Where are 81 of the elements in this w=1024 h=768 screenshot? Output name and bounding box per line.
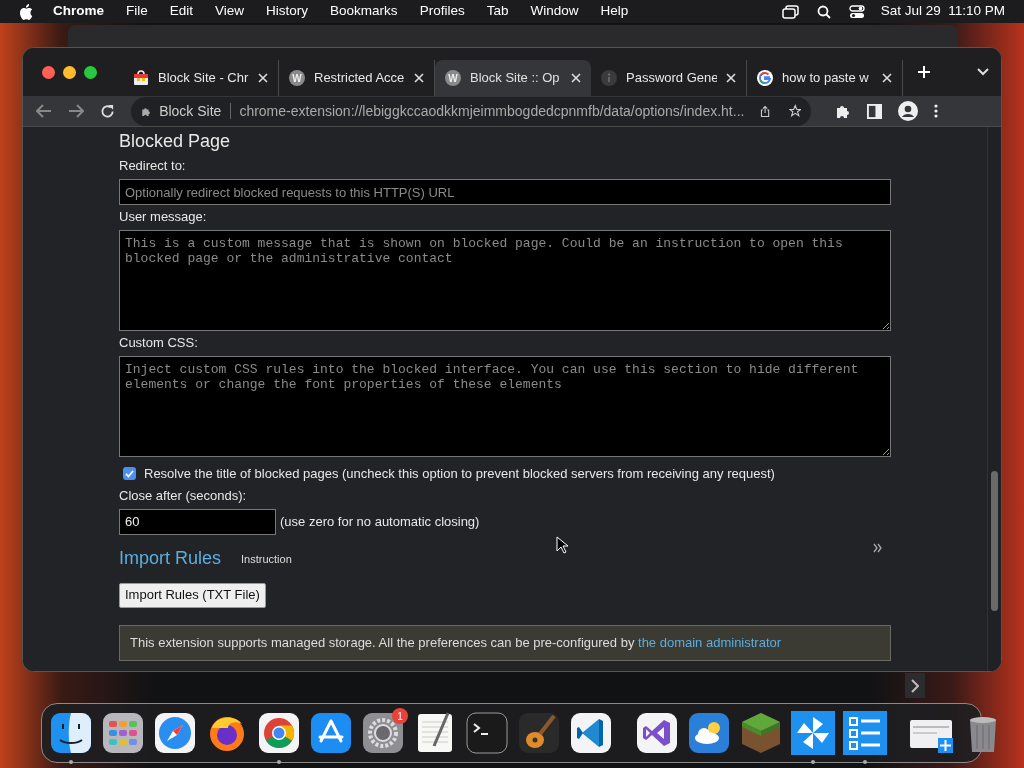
expand-icon (873, 543, 882, 553)
tab-list-caret-icon[interactable] (977, 68, 989, 76)
menu-item[interactable]: Help (600, 1, 629, 22)
import-rules-button[interactable]: Import Rules (TXT File) (119, 582, 266, 608)
info-icon (601, 70, 617, 86)
finder-app-icon[interactable] (48, 710, 94, 756)
close-window-button[interactable] (42, 65, 55, 79)
close-icon[interactable] (571, 73, 581, 83)
scrollbar-thumb[interactable] (991, 471, 998, 611)
url-text: chrome-extension://lebiggkccaodkkmjeimmbogdedcpnmfb/data/options/index.ht... (239, 101, 745, 121)
minimize-window-button[interactable] (63, 65, 76, 79)
tab-title: Block Site - Chr (158, 69, 249, 88)
garageband-app-icon[interactable] (516, 710, 562, 756)
managed-storage-notice: This extension supports managed storage. All the preferences can be pre-configured by the domain administrator (119, 624, 891, 661)
menu-item[interactable]: Bookmarks (330, 1, 398, 22)
side-panel-icon[interactable] (867, 103, 882, 119)
screen-mirroring-icon[interactable] (781, 4, 799, 19)
menu-item[interactable]: Profiles (419, 1, 465, 22)
pinwheel-app-icon[interactable] (790, 710, 836, 756)
clock[interactable]: Sat Jul 29 11:10 PM (880, 1, 1005, 22)
address-bar[interactable]: Block Site chrome-extension://lebiggkccaodkkmjeimmbogdedcpnmfb/data/options/index.ht... (131, 96, 811, 126)
hint-text: (use zero for no automatic closing) (280, 512, 480, 531)
zoom-window-button[interactable] (84, 65, 97, 79)
forward-icon[interactable] (68, 104, 84, 118)
share-icon[interactable] (760, 103, 771, 119)
checkbox[interactable] (123, 467, 136, 481)
browser-tab[interactable]: W Block Site :: Op (435, 60, 591, 96)
chrome-app-icon[interactable] (256, 710, 302, 756)
seconds-field[interactable]: 60 (119, 508, 276, 535)
administrator-link[interactable]: the domain administrator (638, 634, 782, 650)
field-label: Close after (seconds): (119, 487, 247, 504)
menu-item[interactable]: View (215, 1, 245, 22)
favicon-letter: W (289, 70, 305, 86)
close-icon[interactable] (726, 73, 736, 83)
visualstudio-app-icon[interactable] (634, 710, 680, 756)
close-icon[interactable] (258, 73, 268, 83)
tab-title: Restricted Acce (314, 69, 405, 88)
field-label: User message: (119, 209, 207, 225)
launchpad-app-icon[interactable] (100, 710, 146, 756)
redirect-url-field[interactable]: Optionally redirect blocked requests to this HTTP(S) URL (119, 179, 891, 205)
settings-app-icon[interactable] (360, 710, 406, 756)
notification-badge: 1 (392, 708, 408, 724)
tab-title: how to paste w (782, 69, 870, 88)
cursor-icon (556, 536, 568, 554)
field-label: Custom CSS: (119, 335, 198, 351)
checkbox-label: Resolve the title of blocked pages (uncheck this option to prevent blocked servers from receiving any request) (144, 465, 775, 483)
back-icon[interactable] (36, 104, 52, 118)
section-heading: Import Rules (119, 546, 222, 569)
profile-icon[interactable] (898, 101, 918, 121)
extensions-icon[interactable] (835, 103, 851, 119)
user-message-field[interactable]: This is a custom message that is shown on blocked page. Could be an instruction to open this blocked page or the administrative contact (119, 230, 891, 331)
search-icon[interactable] (816, 4, 831, 19)
appstore-app-icon[interactable] (308, 710, 354, 756)
safari-app-icon[interactable] (152, 710, 198, 756)
app-menu[interactable]: Chrome (53, 1, 104, 22)
control-center-icon[interactable] (848, 4, 865, 19)
menu-item[interactable]: File (126, 1, 148, 22)
menu-item[interactable]: Window (530, 1, 579, 22)
reload-icon[interactable] (100, 103, 115, 119)
menu-item[interactable]: Edit (169, 1, 194, 22)
site-chip: Block Site (159, 103, 232, 119)
menu-icon[interactable] (934, 104, 938, 118)
terminal-app-icon[interactable] (464, 710, 510, 756)
field-label: Redirect to: (119, 158, 186, 174)
weather-app-icon[interactable] (686, 710, 732, 756)
custom-css-field[interactable]: Inject custom CSS rules into the blocked interface. You can use this section to hide different elements or change the font properties of these elements (119, 356, 891, 457)
instruction-link[interactable]: Instruction (241, 551, 292, 568)
close-icon[interactable] (882, 73, 892, 83)
checklist-app-icon[interactable] (842, 710, 888, 756)
menu-item[interactable]: Tab (486, 1, 509, 22)
apple-icon[interactable] (19, 3, 33, 20)
favicon-letter: W (445, 70, 461, 86)
tab-title: Block Site :: Op (470, 69, 561, 88)
google-icon (757, 70, 773, 86)
star-icon[interactable] (788, 103, 801, 119)
section-heading: Blocked Page (119, 130, 231, 153)
vscode-app-icon[interactable] (568, 710, 614, 756)
close-icon[interactable] (414, 73, 424, 83)
store-icon (133, 70, 149, 86)
menu-item[interactable]: History (266, 1, 309, 22)
new-tab-icon[interactable] (917, 65, 931, 79)
